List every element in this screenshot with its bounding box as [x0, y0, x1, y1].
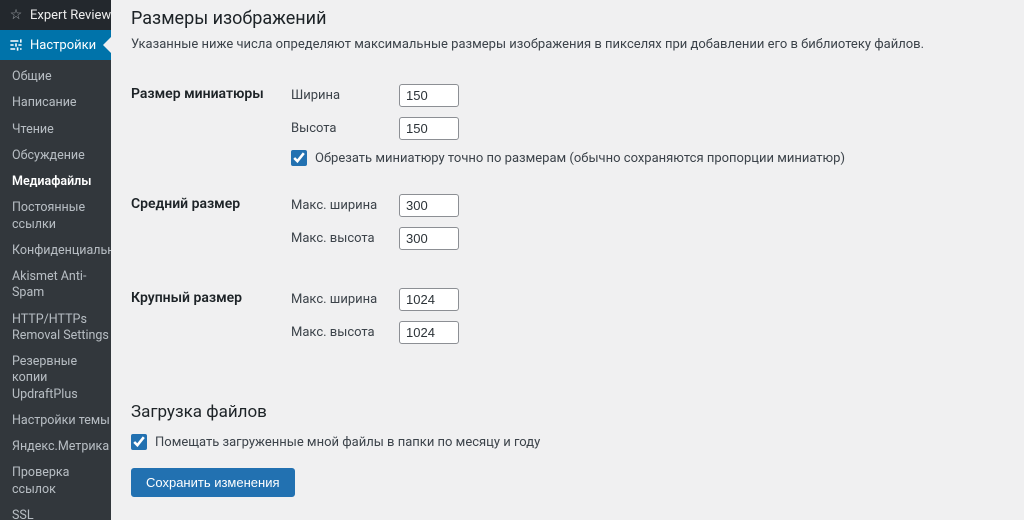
large-height-label: Макс. высота [291, 325, 381, 340]
large-row-label: Крупный размер [131, 278, 291, 372]
large-height-input[interactable] [399, 321, 459, 344]
sidebar-item-settings[interactable]: Настройки [0, 30, 111, 60]
sidebar-label: Настройки [30, 38, 96, 53]
submenu-ssl[interactable]: SSL [0, 503, 111, 520]
thumbnail-width-input[interactable] [399, 84, 459, 107]
section-image-sizes-title: Размеры изображений [131, 8, 1004, 29]
submenu-media[interactable]: Медиафайлы [0, 169, 111, 195]
sidebar-item-expert-review[interactable]: ☆ Expert Review [0, 0, 111, 30]
submenu-discussion[interactable]: Обсуждение [0, 143, 111, 169]
thumbnail-row-label: Размер миниатюры [131, 74, 291, 184]
uploads-organize-label: Помещать загруженные мной файлы в папки … [155, 435, 540, 450]
submenu-theme[interactable]: Настройки темы [0, 408, 111, 434]
sidebar-label: Expert Review [30, 8, 111, 23]
section-uploads-title: Загрузка файлов [131, 402, 1004, 422]
submenu-akismet[interactable]: Akismet Anti-Spam [0, 264, 111, 307]
medium-row-label: Средний размер [131, 184, 291, 278]
main-content: Размеры изображений Указанные ниже числа… [111, 0, 1024, 520]
medium-width-label: Макс. ширина [291, 198, 381, 213]
large-width-label: Макс. ширина [291, 292, 381, 307]
submenu-reading[interactable]: Чтение [0, 117, 111, 143]
settings-submenu: Общие Написание Чтение Обсуждение Медиаф… [0, 60, 111, 520]
thumbnail-height-input[interactable] [399, 117, 459, 140]
submenu-general[interactable]: Общие [0, 64, 111, 90]
large-width-input[interactable] [399, 288, 459, 311]
thumbnail-width-label: Ширина [291, 88, 381, 103]
submenu-privacy[interactable]: Конфиденциальность [0, 238, 111, 264]
sliders-icon [8, 37, 24, 53]
thumbnail-crop-checkbox[interactable] [291, 150, 307, 166]
submenu-writing[interactable]: Написание [0, 90, 111, 116]
settings-form-table: Размер миниатюры Ширина Высота Обрезать … [131, 74, 1004, 372]
thumbnail-height-label: Высота [291, 121, 381, 136]
admin-sidebar: ☆ Expert Review Настройки Общие Написани… [0, 0, 111, 520]
save-button[interactable]: Сохранить изменения [131, 468, 295, 497]
submenu-http-removal[interactable]: HTTP/HTTPs Removal Settings [0, 307, 111, 350]
submenu-link-check[interactable]: Проверка ссылок [0, 460, 111, 503]
submenu-permalinks[interactable]: Постоянные ссылки [0, 195, 111, 238]
medium-width-input[interactable] [399, 194, 459, 217]
thumbnail-crop-label: Обрезать миниатюру точно по размерам (об… [315, 151, 845, 166]
uploads-organize-checkbox[interactable] [131, 434, 147, 450]
submenu-updraft[interactable]: Резервные копии UpdraftPlus [0, 349, 111, 408]
helper-text: Указанные ниже числа определяют максимал… [131, 37, 1004, 52]
star-icon: ☆ [8, 7, 24, 23]
submenu-metrika[interactable]: Яндекс.Метрика [0, 434, 111, 460]
medium-height-label: Макс. высота [291, 231, 381, 246]
medium-height-input[interactable] [399, 227, 459, 250]
